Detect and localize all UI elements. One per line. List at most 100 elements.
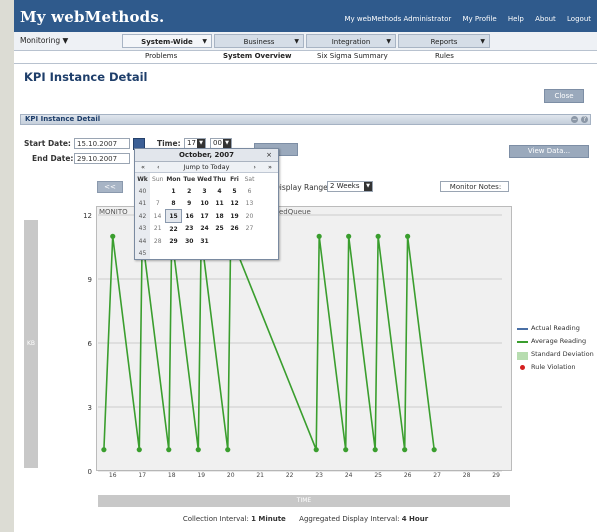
x-tick-label: 29	[492, 472, 500, 479]
help-icon[interactable]: ?	[581, 116, 588, 123]
calendar-day[interactable]: 9	[182, 197, 198, 210]
tab-reports[interactable]: Reports ▼	[398, 34, 490, 48]
subtab-system-overview[interactable]: System Overview	[223, 52, 292, 60]
y-tick-label: 6	[88, 340, 93, 348]
legend-swatch	[517, 328, 528, 330]
chevron-down-icon: ▼	[364, 182, 372, 191]
calendar-day-selected[interactable]: 15	[165, 209, 182, 223]
calendar-day[interactable]: 31	[197, 235, 212, 247]
close-button[interactable]: Close	[544, 89, 584, 103]
week-number: 40	[135, 185, 150, 197]
calendar-day[interactable]: 2	[182, 185, 198, 197]
legend-average: Average Reading	[517, 337, 594, 350]
calendar-day[interactable]	[242, 247, 257, 259]
monitoring-menu[interactable]: Monitoring ▼	[20, 36, 68, 45]
tab-business[interactable]: Business ▼	[214, 34, 304, 48]
subtab-six-sigma[interactable]: Six Sigma Summary	[317, 52, 388, 60]
week-number: 43	[135, 222, 150, 235]
profile-link[interactable]: My Profile	[462, 15, 496, 23]
calendar-day[interactable]: 21	[150, 223, 166, 236]
x-tick-label: 28	[463, 472, 471, 479]
prev-year-button[interactable]: «	[141, 162, 145, 172]
display-range-select[interactable]: 2 Weeks ▼	[327, 181, 373, 192]
calendar-day[interactable]: 28	[150, 235, 166, 247]
top-links: My webMethods Administrator My Profile H…	[336, 15, 592, 23]
calendar-day[interactable]: 24	[197, 223, 212, 236]
tab-system-wide[interactable]: System-Wide ▼	[122, 34, 212, 48]
calendar-day[interactable]: 7	[150, 197, 166, 210]
y-tick-label: 3	[88, 404, 92, 412]
display-range-value: 2 Weeks	[330, 182, 360, 190]
legend-label: Average Reading	[531, 337, 587, 345]
subtab-rules[interactable]: Rules	[435, 52, 454, 60]
calendar-day[interactable]	[227, 235, 242, 247]
calendar-nav: « ‹ Jump to Today › »	[135, 162, 278, 173]
help-link[interactable]: Help	[508, 15, 524, 23]
calendar-day[interactable]: 22	[166, 223, 182, 236]
calendar-day[interactable]: 13	[242, 197, 257, 210]
about-link[interactable]: About	[535, 15, 556, 23]
sub-nav: Problems System Overview Six Sigma Summa…	[14, 51, 597, 64]
calendar-day[interactable]	[150, 247, 166, 259]
calendar-day[interactable]: 6	[242, 185, 257, 197]
weekday-header: Thu	[213, 175, 226, 183]
calendar-day[interactable]: 27	[242, 223, 257, 236]
calendar-day[interactable]	[197, 247, 212, 259]
calendar-day[interactable]	[182, 247, 198, 259]
calendar-day[interactable]	[212, 235, 227, 247]
calendar-day[interactable]	[242, 235, 257, 247]
prev-month-button[interactable]: ‹	[157, 162, 160, 172]
week-number: 44	[135, 235, 150, 247]
calendar-day[interactable]: 23	[182, 223, 198, 236]
calendar-day[interactable]: 11	[212, 197, 227, 210]
calendar-day[interactable]	[227, 247, 242, 259]
tab-integration[interactable]: Integration ▼	[306, 34, 396, 48]
hour-value: 17	[187, 139, 196, 147]
collapse-icon[interactable]: −	[571, 116, 578, 123]
view-data-button[interactable]: View Data...	[509, 145, 589, 158]
interval-footer: Collection Interval: 1 Minute Aggregated…	[14, 515, 597, 523]
calendar-day[interactable]: 25	[212, 223, 227, 236]
end-date-input[interactable]: 29.10.2007	[74, 153, 130, 164]
panel-title: KPI Instance Detail	[25, 115, 101, 123]
calendar-day[interactable]: 12	[227, 197, 242, 210]
calendar-day[interactable]: 20	[242, 210, 257, 223]
calendar-day[interactable]: 5	[227, 185, 242, 197]
logout-link[interactable]: Logout	[567, 15, 591, 23]
calendar-day[interactable]: 29	[166, 235, 182, 247]
calendar-day[interactable]: 10	[197, 197, 212, 210]
next-month-button[interactable]: ›	[253, 162, 256, 172]
calendar-day[interactable]: 26	[227, 223, 242, 236]
prev-range-button[interactable]: <<	[97, 181, 123, 193]
calendar-day[interactable]: 19	[227, 210, 242, 223]
calendar-day[interactable]: 30	[182, 235, 198, 247]
calendar-day[interactable]: 18	[212, 210, 227, 223]
tab-label: Business	[243, 38, 275, 46]
calendar-month-title: October, 2007	[178, 151, 234, 159]
calendar-day[interactable]: 1	[166, 185, 182, 197]
calendar-day[interactable]: 17	[197, 210, 212, 223]
calendar-day[interactable]	[166, 247, 182, 259]
calendar-day[interactable]	[212, 247, 227, 259]
week-number: 41	[135, 197, 150, 210]
calendar-day[interactable]	[150, 185, 166, 197]
jump-to-today-button[interactable]: Jump to Today	[184, 163, 230, 171]
calendar-day[interactable]: 3	[197, 185, 212, 197]
x-tick-label: 24	[345, 472, 353, 479]
next-year-button[interactable]: »	[268, 162, 272, 172]
calendar-day[interactable]: 8	[166, 197, 182, 210]
y-axis-bar: KB	[24, 220, 38, 468]
admin-link[interactable]: My webMethods Administrator	[345, 15, 452, 23]
monitor-notes-button[interactable]: Monitor Notes:	[440, 181, 509, 192]
weekday-header: Wed	[197, 175, 212, 183]
close-icon[interactable]: ×	[266, 149, 272, 161]
chart-legend: Actual Reading Average Reading Standard …	[517, 324, 594, 376]
start-date-input[interactable]: 15.10.2007	[74, 138, 130, 149]
calendar-day[interactable]: 14	[150, 210, 166, 223]
legend-swatch	[517, 352, 528, 360]
subtab-problems[interactable]: Problems	[145, 52, 177, 60]
calendar-day[interactable]: 16	[182, 210, 198, 223]
queue-label: edQueue	[279, 208, 311, 216]
calendar-week-row: 40 1 2 3 4 5 6	[135, 185, 257, 197]
calendar-day[interactable]: 4	[212, 185, 227, 197]
